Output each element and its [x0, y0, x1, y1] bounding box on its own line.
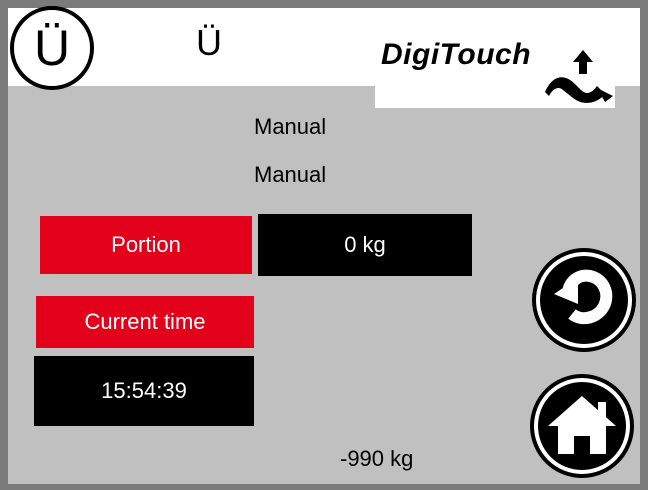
mode-text-secondary: Manual [254, 162, 327, 187]
current-time-value-field: 15:54:39 [34, 356, 254, 426]
frame-right [640, 0, 648, 490]
hand-pointer-icon [545, 50, 613, 103]
current-time-label-button[interactable]: Current time [36, 296, 254, 348]
home-button[interactable] [530, 374, 634, 478]
frame-top [0, 0, 648, 8]
frame-bottom [0, 484, 648, 490]
status-badge[interactable]: Ü [10, 6, 94, 90]
mode-text-primary: Manual [254, 114, 327, 139]
status-badge-letter: Ü [33, 20, 71, 76]
current-time-value: 15:54:39 [101, 378, 187, 403]
back-button[interactable] [532, 248, 636, 352]
header-title: Ü [196, 22, 222, 63]
home-icon [534, 378, 630, 474]
weight-readout: -990 kg [340, 446, 414, 471]
logo-text: DigiTouch [381, 38, 532, 71]
portion-value-field[interactable]: 0 kg [258, 214, 472, 276]
portion-label-button[interactable]: Portion [40, 216, 252, 274]
logo: DigiTouch [375, 22, 615, 108]
portion-value: 0 kg [344, 232, 386, 257]
frame-left [0, 0, 8, 490]
portion-label: Portion [111, 232, 181, 257]
back-arrow-icon [536, 252, 632, 348]
current-time-label: Current time [84, 309, 206, 334]
screen: Ü Ü DigiTouch Manual Manual Portion 0 kg… [0, 0, 648, 490]
